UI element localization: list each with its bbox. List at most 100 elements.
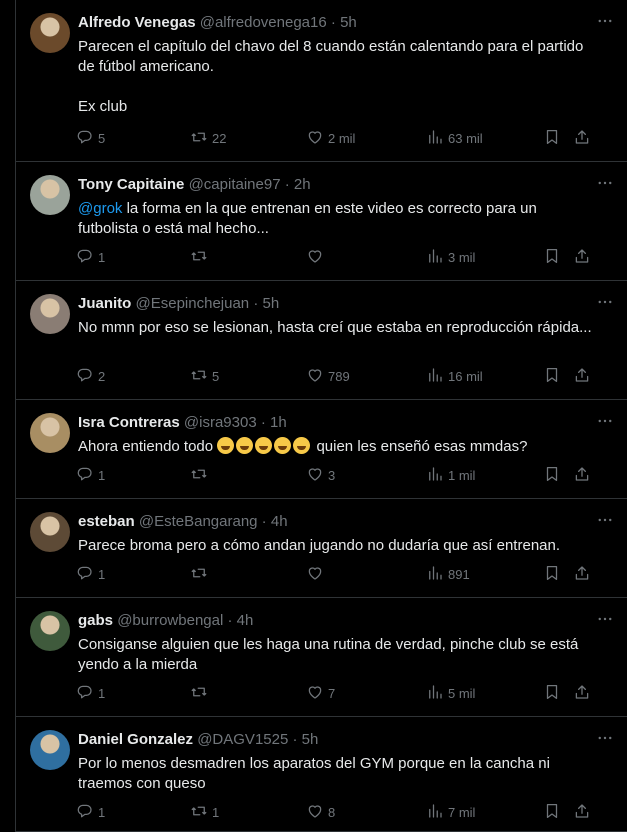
views-button[interactable]: 7 mil — [426, 802, 475, 823]
avatar[interactable] — [30, 294, 70, 334]
retweet-button[interactable] — [190, 683, 212, 704]
reply-icon — [76, 683, 94, 704]
laughing-emoji-icon — [217, 437, 235, 454]
mention-link[interactable]: @grok — [78, 200, 122, 217]
like-button[interactable] — [306, 564, 328, 585]
retweet-button[interactable] — [190, 564, 212, 585]
share-button[interactable] — [573, 247, 591, 268]
avatar[interactable] — [30, 175, 70, 215]
views-button[interactable]: 891 — [426, 564, 470, 585]
share-button[interactable] — [573, 366, 591, 387]
bookmark-button[interactable] — [543, 802, 561, 823]
tweet[interactable]: Alfredo Venegas @alfredovenega16 · 5h Par… — [16, 0, 627, 162]
more-options-icon[interactable] — [596, 412, 614, 430]
user-handle[interactable]: @DAGV1525 — [197, 731, 288, 748]
retweet-button[interactable] — [190, 247, 212, 268]
reply-button[interactable]: 1 — [76, 564, 105, 585]
display-name[interactable]: esteban — [78, 513, 135, 530]
retweet-icon — [190, 564, 208, 585]
tweet[interactable]: esteban @EsteBangarang · 4h Parece broma … — [16, 499, 627, 598]
bookmark-button[interactable] — [543, 128, 561, 149]
tweet-header: Tony Capitaine @capitaine97 · 2h — [78, 176, 311, 193]
user-handle[interactable]: @Esepinchejuan — [136, 295, 250, 312]
laughing-emoji-icon — [274, 437, 292, 454]
avatar[interactable] — [30, 413, 70, 453]
timestamp[interactable]: 5h — [302, 731, 319, 748]
reply-button[interactable]: 5 — [76, 128, 105, 149]
display-name[interactable]: Daniel Gonzalez — [78, 731, 193, 748]
share-button[interactable] — [573, 564, 591, 585]
avatar[interactable] — [30, 730, 70, 770]
timestamp[interactable]: 5h — [263, 295, 280, 312]
more-options-icon[interactable] — [596, 174, 614, 192]
tweet-header: Isra Contreras @isra9303 · 1h — [78, 414, 287, 431]
like-button[interactable]: 3 — [306, 465, 335, 486]
share-button[interactable] — [573, 683, 591, 704]
timestamp[interactable]: 1h — [270, 414, 287, 431]
user-handle[interactable]: @capitaine97 — [189, 176, 281, 193]
like-button[interactable] — [306, 247, 328, 268]
like-count: 7 — [328, 686, 336, 701]
user-handle[interactable]: @burrowbengal — [117, 612, 223, 629]
views-button[interactable]: 63 mil — [426, 128, 483, 149]
views-button[interactable]: 3 mil — [426, 247, 475, 268]
laughing-emoji-icon — [255, 437, 273, 454]
views-button[interactable]: 5 mil — [426, 683, 475, 704]
tweet-header: Daniel Gonzalez @DAGV1525 · 5h — [78, 731, 318, 748]
reply-count: 1 — [98, 567, 106, 582]
avatar[interactable] — [30, 512, 70, 552]
display-name[interactable]: Alfredo Venegas — [78, 14, 196, 31]
retweet-button[interactable]: 22 — [190, 128, 226, 149]
reply-button[interactable]: 1 — [76, 802, 105, 823]
user-handle[interactable]: @isra9303 — [184, 414, 257, 431]
more-options-icon[interactable] — [596, 729, 614, 747]
avatar[interactable] — [30, 611, 70, 651]
display-name[interactable]: Isra Contreras — [78, 414, 180, 431]
more-options-icon[interactable] — [596, 610, 614, 628]
reply-button[interactable]: 1 — [76, 465, 105, 486]
more-options-icon[interactable] — [596, 511, 614, 529]
like-button[interactable]: 2 mil — [306, 128, 355, 149]
display-name[interactable]: Tony Capitaine — [78, 176, 184, 193]
views-button[interactable]: 1 mil — [426, 465, 475, 486]
retweet-count: 22 — [212, 131, 227, 146]
reply-button[interactable]: 2 — [76, 366, 105, 387]
bookmark-button[interactable] — [543, 247, 561, 268]
timestamp[interactable]: 2h — [294, 176, 311, 193]
share-button[interactable] — [573, 128, 591, 149]
user-handle[interactable]: @EsteBangarang — [139, 513, 258, 530]
display-name[interactable]: gabs — [78, 612, 113, 629]
avatar[interactable] — [30, 13, 70, 53]
tweet[interactable]: Daniel Gonzalez @DAGV1525 · 5h Por lo men… — [16, 717, 627, 832]
more-options-icon[interactable] — [596, 12, 614, 30]
like-button[interactable]: 7 — [306, 683, 335, 704]
tweet[interactable]: Isra Contreras @isra9303 · 1h Ahora entie… — [16, 400, 627, 499]
tweet[interactable]: gabs @burrowbengal · 4h Consiganse alguie… — [16, 598, 627, 717]
share-button[interactable] — [573, 802, 591, 823]
retweet-button[interactable] — [190, 465, 212, 486]
bookmark-button[interactable] — [543, 465, 561, 486]
bookmark-button[interactable] — [543, 366, 561, 387]
tweet[interactable]: Tony Capitaine @capitaine97 · 2h @grok la… — [16, 162, 627, 281]
retweet-button[interactable]: 1 — [190, 802, 219, 823]
share-button[interactable] — [573, 465, 591, 486]
bookmark-button[interactable] — [543, 564, 561, 585]
user-handle[interactable]: @alfredovenega16 — [200, 14, 327, 31]
bookmark-button[interactable] — [543, 683, 561, 704]
timestamp[interactable]: 5h — [340, 14, 357, 31]
views-button[interactable]: 16 mil — [426, 366, 483, 387]
reply-button[interactable]: 1 — [76, 247, 105, 268]
reply-button[interactable]: 1 — [76, 683, 105, 704]
share-icon — [573, 683, 591, 704]
like-count: 3 — [328, 468, 336, 483]
timestamp[interactable]: 4h — [237, 612, 254, 629]
retweet-button[interactable]: 5 — [190, 366, 219, 387]
like-button[interactable]: 8 — [306, 802, 335, 823]
like-button[interactable]: 789 — [306, 366, 350, 387]
reply-count: 1 — [98, 468, 106, 483]
more-options-icon[interactable] — [596, 293, 614, 311]
timestamp[interactable]: 4h — [271, 513, 288, 530]
retweet-icon — [190, 802, 208, 823]
tweet[interactable]: Juanito @Esepinchejuan · 5h No mmn por es… — [16, 281, 627, 400]
display-name[interactable]: Juanito — [78, 295, 131, 312]
